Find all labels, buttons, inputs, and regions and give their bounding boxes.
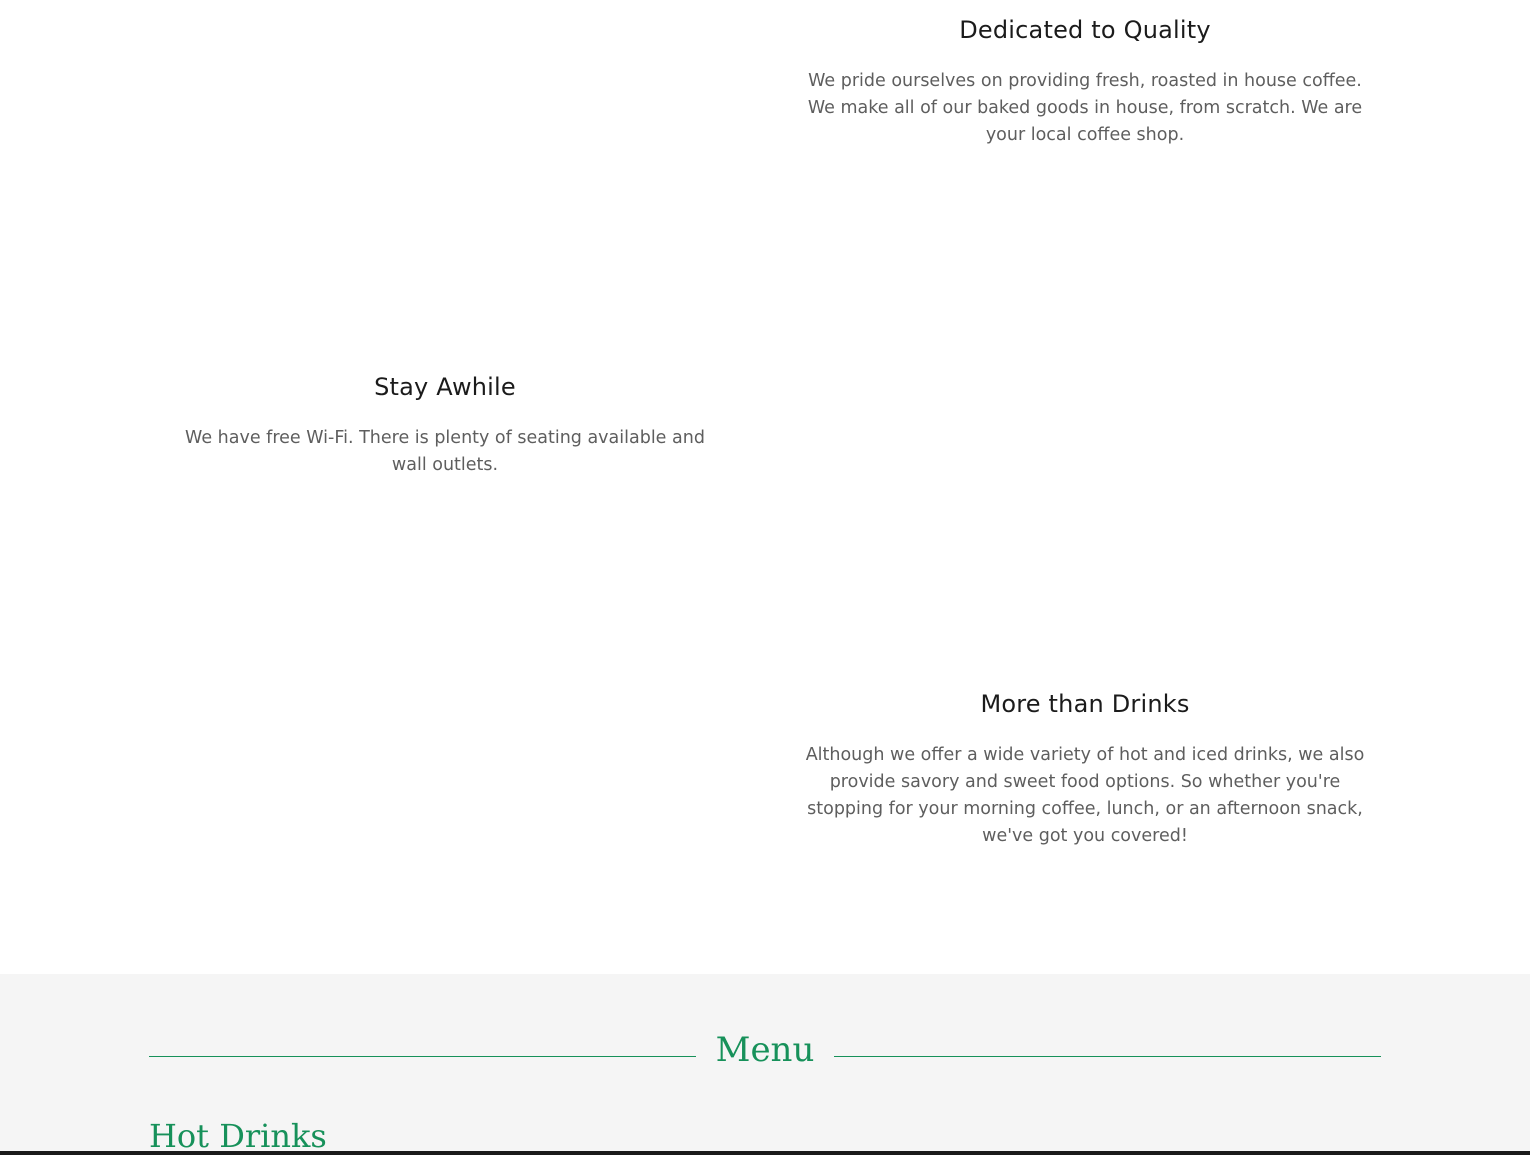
- feature-title: Stay Awhile: [374, 373, 516, 401]
- menu-category-title: Hot Drinks: [149, 1117, 327, 1151]
- feature-title: Dedicated to Quality: [959, 16, 1211, 44]
- bottom-edge-bar: [0, 1151, 1530, 1155]
- feature-description: Although we offer a wide variety of hot …: [805, 745, 1365, 846]
- feature-description: We have free Wi-Fi. There is plenty of s…: [185, 428, 705, 475]
- feature-more-than-drinks: More than Drinks Although we offer a wid…: [790, 689, 1380, 850]
- feature-title: More than Drinks: [980, 690, 1190, 718]
- menu-section: Menu Hot Drinks: [0, 974, 1530, 1151]
- feature-stay-awhile: Stay Awhile We have free Wi-Fi. There is…: [150, 372, 740, 479]
- menu-divider-left: [149, 1056, 696, 1057]
- menu-heading: Menu: [149, 1024, 1381, 1084]
- feature-description: We pride ourselves on providing fresh, r…: [807, 71, 1363, 145]
- menu-divider-right: [834, 1056, 1381, 1057]
- feature-dedicated-to-quality: Dedicated to Quality We pride ourselves …: [790, 15, 1380, 149]
- menu-title: Menu: [715, 1030, 815, 1070]
- features-section: Dedicated to Quality We pride ourselves …: [0, 0, 1530, 974]
